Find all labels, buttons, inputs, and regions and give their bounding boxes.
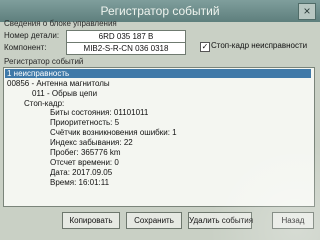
save-button[interactable]: Сохранить [126,212,182,229]
event-log-list[interactable]: 1 неисправность 00856 - Антенна магнитол… [3,67,315,207]
log-line-status-bits: Биты состояния: 01101011 [50,108,149,117]
delete-events-button[interactable]: Удалить события [188,212,253,229]
part-number-label: Номер детали: [4,31,60,40]
log-line-priority: Приоритетность: 5 [50,118,120,127]
log-line-freeze-frame: Стоп-кадр: [24,99,65,108]
close-button[interactable]: × [298,3,316,20]
event-log-label: Регистратор событий [4,57,84,66]
log-line-occurrence-counter: Счётчик возникновения ошибки: 1 [50,128,177,137]
component-label: Компонент: [4,43,47,52]
log-line-fault-code: 00856 - Антенна магнитолы [7,79,110,88]
log-line-time-count: Отсчет времени: 0 [50,158,119,167]
control-unit-group-label: Сведения о блоке управления [4,19,117,28]
log-line-forget-index: Индекс забывания: 22 [50,138,133,147]
back-button[interactable]: Назад [272,212,314,229]
freeze-frame-checkbox[interactable]: ✓ [200,42,210,52]
log-line-mileage: Пробег: 365776 km [50,148,121,157]
copy-button[interactable]: Копировать [62,212,120,229]
freeze-frame-label: Стоп-кадр неисправности [211,41,308,50]
log-line-time: Время: 16:01:11 [50,178,110,187]
log-line-fault-count[interactable]: 1 неисправность [7,69,69,78]
log-line-date: Дата: 2017.09.05 [50,168,113,177]
log-line-fault-type: 011 - Обрыв цепи [32,89,98,98]
component-field: MIB2-S-R-CN 036 0318 [66,42,186,55]
screen: Регистратор событий × Сведения о блоке у… [0,0,320,240]
window-title: Регистратор событий [100,4,220,18]
